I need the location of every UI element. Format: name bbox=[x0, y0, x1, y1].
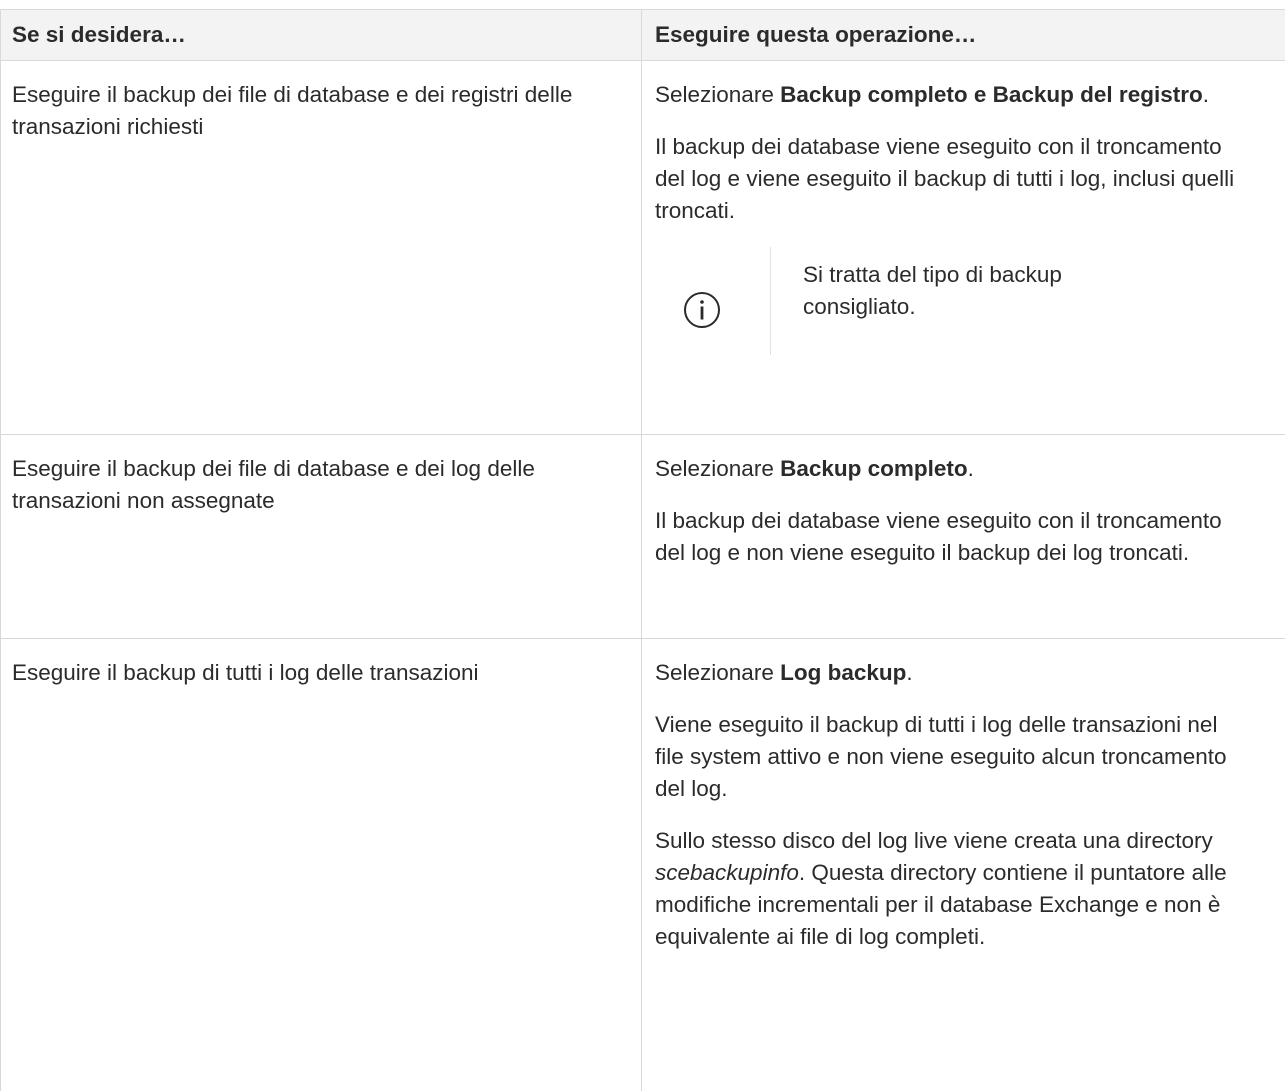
select-prefix: Selezionare bbox=[655, 82, 780, 107]
option-name: Backup completo e Backup del registro bbox=[780, 82, 1203, 107]
select-suffix: . bbox=[906, 660, 912, 685]
table-row: Eseguire il backup dei file di database … bbox=[1, 61, 1285, 435]
select-instruction: Selezionare Backup completo. bbox=[655, 453, 1241, 485]
select-prefix: Selezionare bbox=[655, 660, 780, 685]
table-row: Eseguire il backup di tutti i log delle … bbox=[1, 639, 1285, 1091]
table-row: Eseguire il backup dei file di database … bbox=[1, 435, 1285, 639]
action-cell: Selezionare Log backup. Viene eseguito i… bbox=[642, 639, 1285, 1091]
want-cell: Eseguire il backup dei file di database … bbox=[1, 61, 642, 435]
directory-note-before: Sullo stesso disco del log live viene cr… bbox=[655, 828, 1213, 853]
select-prefix: Selezionare bbox=[655, 456, 780, 481]
action-cell: Selezionare Backup completo e Backup del… bbox=[642, 61, 1285, 435]
description: Il backup dei database viene eseguito co… bbox=[655, 131, 1241, 227]
select-suffix: . bbox=[968, 456, 974, 481]
want-cell: Eseguire il backup di tutti i log delle … bbox=[1, 639, 642, 1091]
options-table: Se si desidera… Eseguire questa operazio… bbox=[0, 9, 1285, 1091]
action-cell: Selezionare Backup completo. Il backup d… bbox=[642, 435, 1285, 639]
select-instruction: Selezionare Log backup. bbox=[655, 657, 1241, 689]
note-callout: Si tratta del tipo di backup consigliato… bbox=[655, 247, 1241, 355]
want-cell: Eseguire il backup dei file di database … bbox=[1, 435, 642, 639]
header-if-you-want: Se si desidera… bbox=[1, 10, 642, 61]
header-do-this: Eseguire questa operazione… bbox=[642, 10, 1285, 61]
directory-name: scebackupinfo bbox=[655, 860, 799, 885]
info-icon bbox=[683, 291, 721, 329]
description: Il backup dei database viene eseguito co… bbox=[655, 505, 1241, 569]
note-text: Si tratta del tipo di backup consigliato… bbox=[771, 247, 1163, 323]
note-icon-column bbox=[655, 247, 771, 355]
description: Viene eseguito il backup di tutti i log … bbox=[655, 709, 1241, 805]
option-name: Log backup bbox=[780, 660, 906, 685]
select-suffix: . bbox=[1203, 82, 1209, 107]
option-name: Backup completo bbox=[780, 456, 968, 481]
table-header-row: Se si desidera… Eseguire questa operazio… bbox=[1, 10, 1285, 61]
select-instruction: Selezionare Backup completo e Backup del… bbox=[655, 79, 1241, 111]
directory-note: Sullo stesso disco del log live viene cr… bbox=[655, 825, 1241, 953]
